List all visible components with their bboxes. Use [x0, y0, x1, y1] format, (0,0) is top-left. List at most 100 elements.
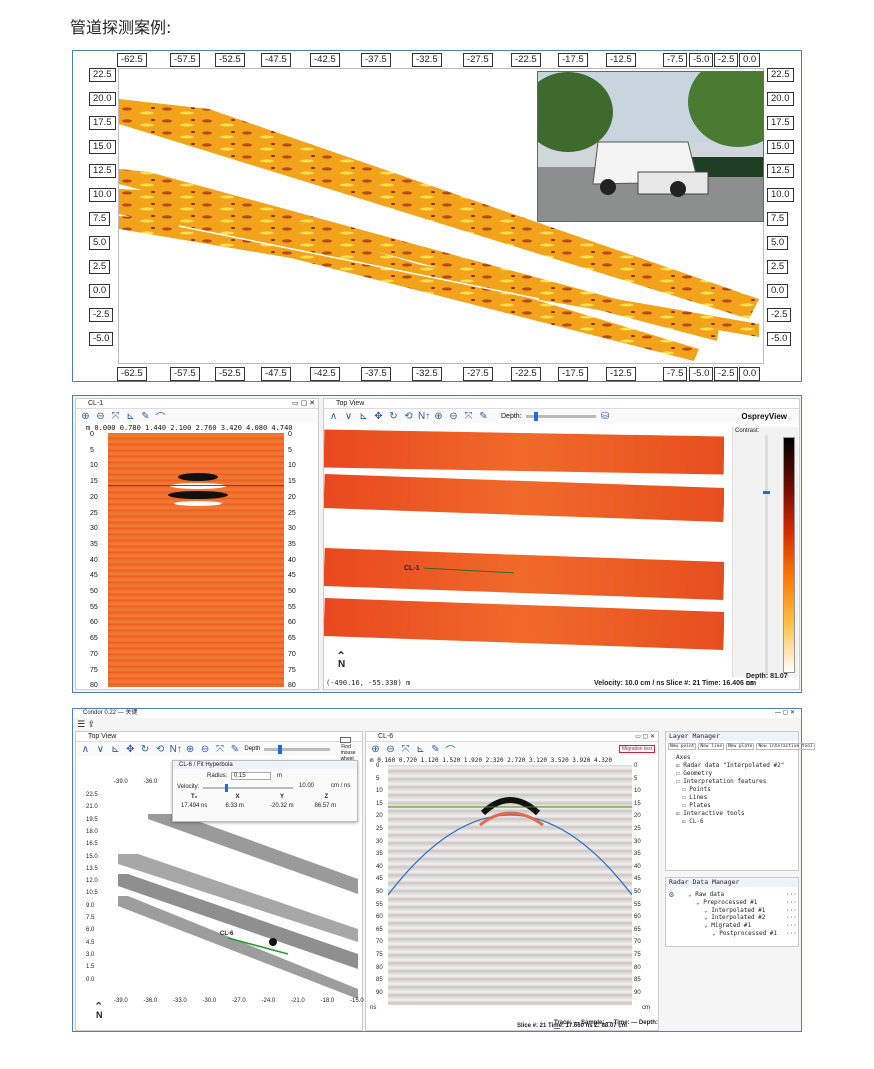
reset-icon[interactable]: ⟲: [403, 411, 414, 422]
contrast-label: Contrast:: [735, 428, 760, 434]
more-icon[interactable]: ···: [786, 914, 797, 921]
radar-data-item[interactable]: ⌄ Migrated #1: [704, 922, 751, 929]
layer-item[interactable]: ☐ Plates: [682, 802, 711, 809]
zoom-out-icon[interactable]: ⊖: [200, 744, 211, 755]
more-icon[interactable]: ···: [786, 899, 797, 906]
window-controls-icon[interactable]: ▭ ▢ ✕: [635, 732, 655, 742]
radar-data-item[interactable]: ⌄ Postprocessed #1: [712, 930, 777, 937]
cylinder-icon[interactable]: ⛁: [600, 411, 611, 422]
zoom-in-icon[interactable]: ⊕: [433, 411, 444, 422]
cl6-depth-tick-left: 0: [376, 763, 380, 769]
radar-data-item[interactable]: ⌄ Raw data: [688, 891, 724, 898]
layer-item[interactable]: ☐ Geometry: [676, 770, 712, 777]
more-icon[interactable]: ···: [786, 891, 797, 898]
layer-item[interactable]: ☑ Radar data "Interpolated #2": [676, 762, 784, 769]
move-icon[interactable]: ✥: [373, 411, 384, 422]
radar-data-item[interactable]: ⌄ Interpolated #2: [704, 914, 765, 921]
pen-icon[interactable]: ✎: [478, 411, 489, 422]
migration-test-button[interactable]: Migration test: [618, 745, 655, 753]
velocity-value[interactable]: 10.00: [299, 783, 314, 789]
layer-item[interactable]: ☑ Interactive tools: [676, 810, 745, 817]
fit-icon[interactable]: ⤧: [463, 411, 474, 422]
depth-slider[interactable]: [525, 411, 596, 421]
fit-value: 86.57 m: [314, 803, 337, 809]
bottom-x-tick: -22.5: [511, 367, 541, 381]
cl6-radargram[interactable]: [388, 765, 632, 1005]
p3-y-tick: 18.0: [86, 828, 98, 835]
window-controls-icon[interactable]: ▭ ▢ ✕: [292, 399, 315, 409]
cl6-titlebar: CL-6 ▭ ▢ ✕: [366, 732, 658, 742]
zoom-out-icon[interactable]: ⊖: [448, 411, 459, 422]
menu-icon[interactable]: ☰ ⇪: [77, 719, 95, 730]
p3-x-tick: -24.0: [261, 998, 276, 1004]
window-controls-icon[interactable]: — ▢ ✕: [775, 709, 795, 718]
north-icon[interactable]: N↑: [170, 744, 182, 755]
hyperbola-icon[interactable]: ⌒: [155, 409, 166, 424]
chart-icon[interactable]: ⊾: [415, 744, 426, 755]
top-view-canvas[interactable]: CL-1 ⌃ N: [324, 427, 724, 677]
bottom-x-tick: -2.5: [714, 367, 739, 381]
cl6-depth-tick-left: 55: [376, 901, 383, 908]
more-icon[interactable]: ···: [786, 930, 797, 937]
radar-data-item[interactable]: ⌄ Interpolated #1: [704, 907, 765, 914]
chart-icon[interactable]: ⊾: [358, 411, 369, 422]
cl6-depth-tick-left: 70: [376, 939, 383, 946]
chart-icon[interactable]: ⊾: [110, 744, 121, 755]
north-icon[interactable]: N↑: [418, 411, 430, 422]
find-mouse-wheel-label[interactable]: Find mouse wheel: [334, 736, 358, 762]
rotate-icon[interactable]: ↻: [140, 744, 151, 755]
layer-tab[interactable]: New interactive tool: [756, 743, 815, 750]
depth-tick-right: 0: [288, 431, 292, 438]
chart-icon[interactable]: ⊾: [125, 411, 136, 422]
layer-item[interactable]: ☑ CL-6: [682, 818, 704, 825]
zoom-in-icon[interactable]: ⊕: [370, 744, 381, 755]
pen-icon[interactable]: ✎: [229, 744, 240, 755]
top-x-tick: -57.5: [170, 53, 200, 67]
zoom-in-icon[interactable]: ⊕: [185, 744, 196, 755]
zoom-out-icon[interactable]: ⊖: [95, 411, 106, 422]
top-x-tick: -7.5: [663, 53, 688, 67]
condor-app-panel: Condor 0.22 — 关键 — ▢ ✕ ☰ ⇪ Top View ∧ ∨ …: [72, 708, 815, 1032]
cl1-radargram[interactable]: [108, 433, 284, 687]
layer-tab[interactable]: New plate: [726, 743, 755, 750]
layer-item[interactable]: Axes: [676, 754, 690, 761]
p3-depth-slider[interactable]: [264, 744, 331, 754]
layer-tab[interactable]: New point: [668, 743, 697, 750]
more-icon[interactable]: ···: [786, 907, 797, 914]
cl1-distance-scale: m 0.000 0.780 1.440 2.100 2.760 3.420 4.…: [86, 424, 293, 432]
radius-input[interactable]: 0.15: [231, 772, 271, 780]
zoom-in-icon[interactable]: ⊕: [80, 411, 91, 422]
contrast-slider[interactable]: [763, 435, 770, 675]
pen-icon[interactable]: ✎: [430, 744, 441, 755]
velocity-status: Velocity: 10.0 cm / ns: [594, 680, 665, 687]
p3-depth-label: Depth: [244, 746, 261, 752]
more-icon[interactable]: ···: [786, 922, 797, 929]
velocity-slider[interactable]: [203, 784, 293, 792]
fit-icon[interactable]: ⤧: [215, 744, 226, 755]
cl6-depth-tick-left: 50: [376, 889, 383, 895]
rotate-icon[interactable]: ↻: [388, 411, 399, 422]
p3-y-tick: 1.5: [86, 964, 95, 971]
left-y-tick: 0.0: [89, 284, 111, 298]
layer-tab[interactable]: New line: [698, 743, 725, 750]
reset-icon[interactable]: ⟲: [155, 744, 166, 755]
right-y-tick: 15.0: [767, 140, 794, 154]
hyperbola-icon[interactable]: ⌒: [445, 742, 456, 757]
up-icon[interactable]: ∧: [80, 744, 91, 755]
zoom-out-icon[interactable]: ⊖: [385, 744, 396, 755]
layer-item[interactable]: ☐ Interpretation features: [676, 778, 766, 785]
p3-top-view-canvas[interactable]: CL-6: [118, 814, 358, 999]
radar-data-item[interactable]: ⌄ Preprocessed #1: [696, 899, 757, 906]
down-icon[interactable]: ∨: [343, 411, 354, 422]
fit-icon[interactable]: ⤧: [110, 411, 121, 422]
layer-item[interactable]: ☐ Points: [682, 786, 711, 793]
p3-y-tick: 0.0: [86, 976, 95, 983]
down-icon[interactable]: ∨: [95, 744, 106, 755]
up-icon[interactable]: ∧: [328, 411, 339, 422]
left-y-tick: 20.0: [89, 92, 116, 106]
fit-icon[interactable]: ⤧: [400, 744, 411, 755]
layer-item[interactable]: ☐ Lines: [682, 794, 707, 801]
p3-x-tick: -15.0: [350, 998, 364, 1004]
move-icon[interactable]: ✥: [125, 744, 136, 755]
pen-icon[interactable]: ✎: [140, 411, 151, 422]
